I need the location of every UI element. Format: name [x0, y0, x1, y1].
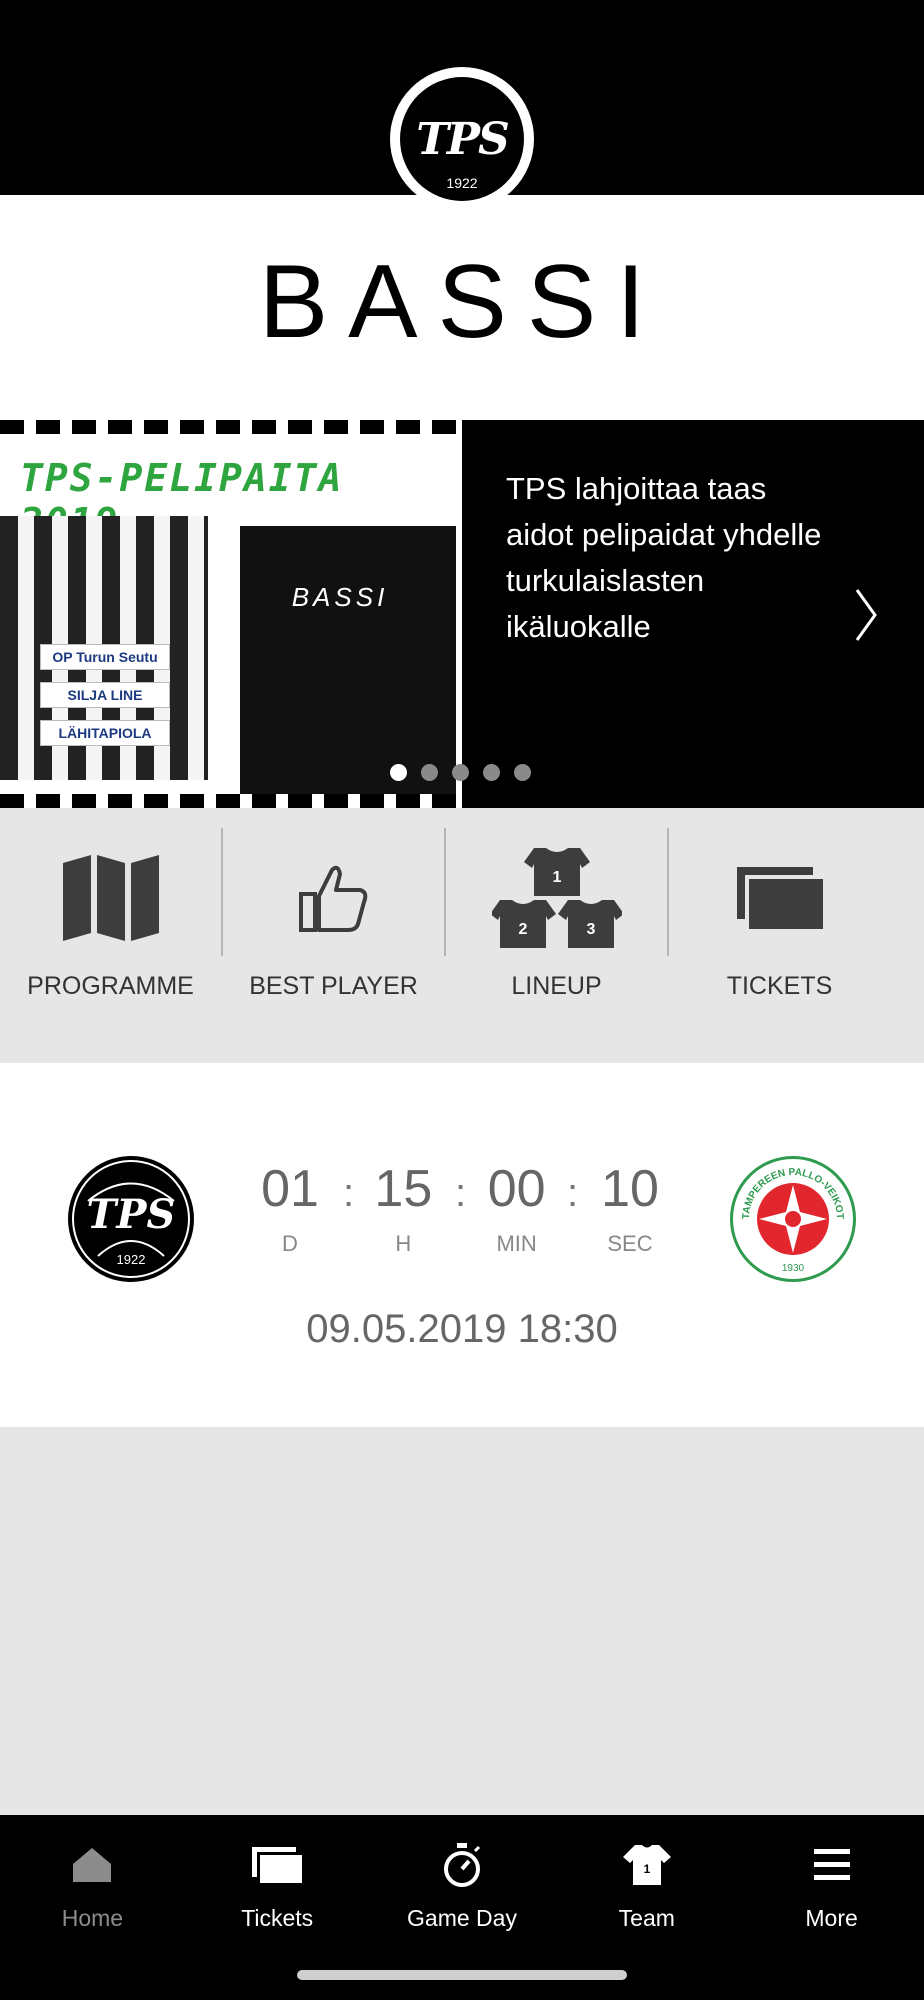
home-indicator[interactable]	[297, 1970, 627, 1980]
map-icon	[0, 848, 221, 948]
days-unit: 01 D	[240, 1163, 340, 1257]
club-logo-year: 1922	[446, 175, 478, 191]
jersey-lineup-icon: 1 2 3	[446, 848, 667, 948]
news-carousel[interactable]: TPS-PELIPAITA 2019 OP Turun Seutu SILJA …	[0, 420, 924, 808]
days-label: D	[282, 1231, 298, 1256]
carousel-dots	[390, 764, 531, 781]
nav-home[interactable]: Home	[0, 1815, 185, 2000]
home-shirt-image: OP Turun Seutu SILJA LINE LÄHITAPIOLA	[0, 516, 208, 780]
shirt-back-name: BASSI	[291, 582, 389, 612]
carousel-dot[interactable]	[452, 764, 469, 781]
sponsor-label: LÄHITAPIOLA	[40, 720, 170, 746]
away-team-logo: TAMPEREEN PALLO-VEIKOT 1930	[730, 1156, 856, 1282]
menu-icon	[739, 1837, 924, 1893]
tickets-icon	[669, 848, 890, 948]
next-slide-button[interactable]	[846, 580, 886, 650]
next-match-countdown[interactable]: TPS 1922 01 D 15 H 00 MIN 10 SEC : : : T…	[0, 1063, 924, 1427]
tickets-button[interactable]: TICKETS	[669, 808, 890, 1063]
away-team-year: 1930	[782, 1263, 805, 1274]
sponsor-label: SILJA LINE	[40, 682, 170, 708]
lineup-button[interactable]: 1 2 3 LINEUP	[446, 808, 667, 1063]
minutes-unit: 00 MIN	[467, 1163, 567, 1257]
minutes-value: 00	[487, 1160, 546, 1218]
sponsor-label: OP Turun Seutu	[40, 644, 170, 670]
hours-value: 15	[374, 1160, 433, 1218]
tickets-label: TICKETS	[726, 972, 833, 1000]
nav-team-label: Team	[618, 1905, 675, 1931]
svg-text:1: 1	[552, 869, 561, 886]
minutes-label: MIN	[496, 1231, 537, 1256]
away-shirt-image: BASSI	[240, 526, 456, 796]
slide-border-top	[0, 420, 462, 434]
timer-separator: :	[343, 1171, 355, 1215]
tickets-icon	[185, 1837, 370, 1893]
club-logo: TPS 1922	[390, 67, 534, 211]
programme-button[interactable]: PROGRAMME	[0, 808, 221, 1063]
nav-home-label: Home	[61, 1905, 124, 1931]
carousel-dot[interactable]	[390, 764, 407, 781]
home-team-logo-text: TPS	[87, 1191, 176, 1238]
days-value: 01	[261, 1160, 319, 1218]
quick-actions: PROGRAMME BEST PLAYER 1 2 3 LINEUP TICKE…	[0, 808, 924, 1063]
home-icon	[0, 1837, 185, 1893]
seconds-value: 10	[601, 1160, 659, 1218]
slide-image[interactable]: TPS-PELIPAITA 2019 OP Turun Seutu SILJA …	[0, 420, 462, 808]
hours-unit: 15 H	[353, 1163, 453, 1257]
stopwatch-icon	[370, 1837, 555, 1893]
carousel-dot[interactable]	[514, 764, 531, 781]
svg-text:2: 2	[518, 921, 527, 938]
lineup-label: LINEUP	[511, 972, 602, 1000]
best-player-label: BEST PLAYER	[249, 972, 418, 1000]
chevron-right-icon	[855, 589, 877, 641]
home-team-logo: TPS 1922	[68, 1156, 194, 1282]
svg-text:1: 1	[643, 1862, 650, 1876]
seconds-unit: 10 SEC	[580, 1163, 680, 1257]
programme-label: PROGRAMME	[27, 972, 194, 1000]
carousel-dot[interactable]	[483, 764, 500, 781]
timer-separator: :	[455, 1171, 467, 1215]
nav-game-day-label: Game Day	[407, 1905, 517, 1931]
thumbs-up-icon	[223, 848, 444, 948]
carousel-dot[interactable]	[421, 764, 438, 781]
home-team-logo-year: 1922	[117, 1252, 146, 1267]
hours-label: H	[395, 1231, 412, 1256]
page-title: BASSI	[258, 244, 666, 360]
jersey-icon: 1	[554, 1837, 739, 1893]
nav-more[interactable]: More	[739, 1815, 924, 2000]
nav-tickets-label: Tickets	[241, 1905, 314, 1931]
slide-text[interactable]: TPS lahjoittaa taas aidot pelipaidat yhd…	[506, 466, 836, 650]
slide-border-bottom	[0, 794, 462, 808]
best-player-button[interactable]: BEST PLAYER	[223, 808, 444, 1063]
timer-separator: :	[567, 1171, 579, 1215]
nav-more-label: More	[805, 1905, 858, 1931]
match-date: 09.05.2019 18:30	[306, 1307, 618, 1351]
seconds-label: SEC	[607, 1231, 653, 1256]
club-logo-text: TPS	[416, 113, 510, 165]
svg-text:3: 3	[586, 921, 595, 938]
